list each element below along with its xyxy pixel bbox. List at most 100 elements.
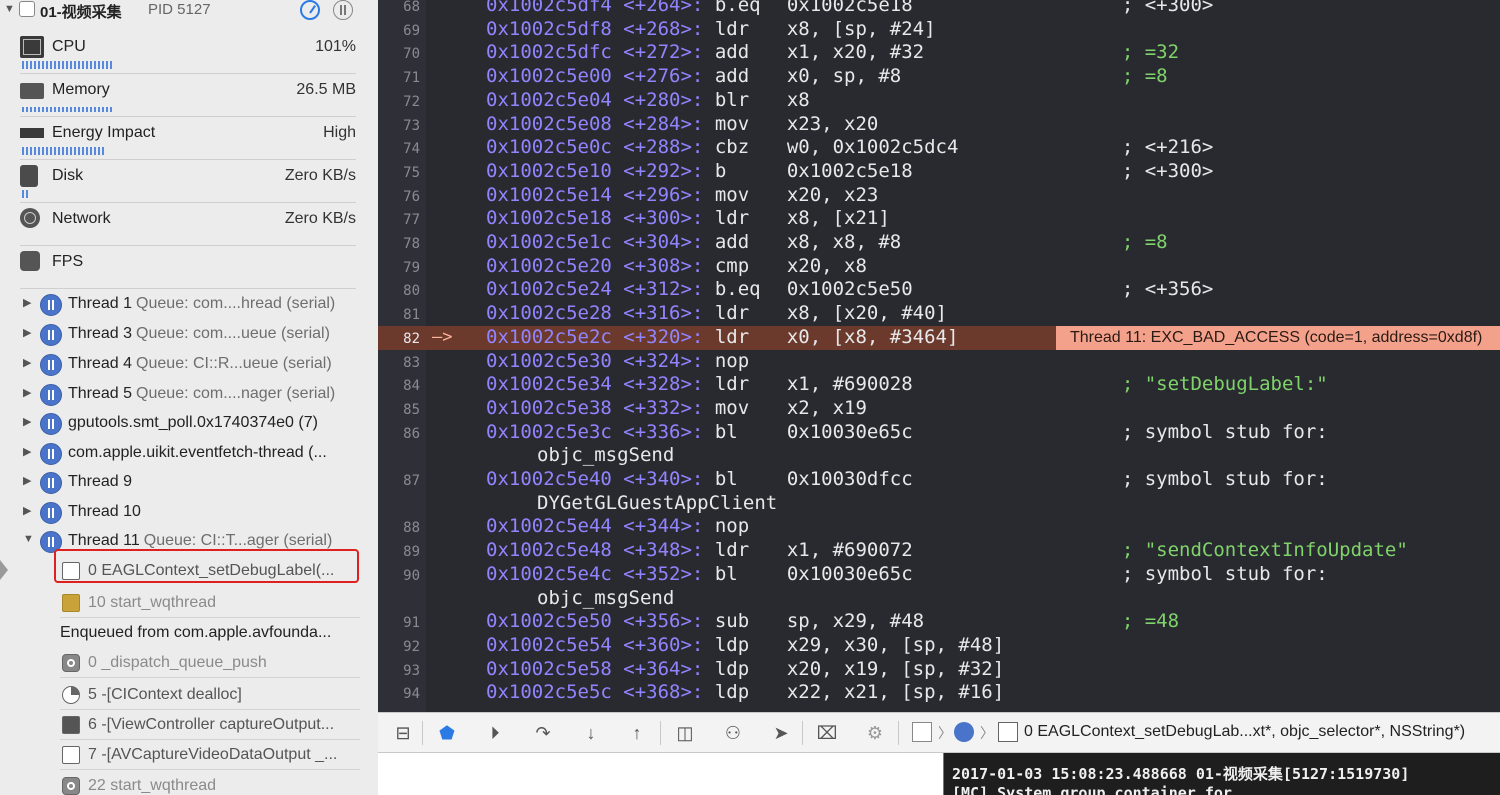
line-number: 75 <box>403 164 420 181</box>
instruction: 0x1002c5df8 <+268>: ldr x8, [sp, #24] <box>486 18 1122 40</box>
disassembly-line[interactable]: 79 0x1002c5e20 <+308>: cmp x20, x8 <box>378 255 1500 279</box>
view-hierarchy-icon[interactable]: ◫ <box>674 722 696 744</box>
disclosure-triangle-icon[interactable]: ▶ <box>23 445 31 458</box>
gauge-fps[interactable]: FPS <box>20 245 356 289</box>
disclosure-triangle-icon[interactable]: ▶ <box>23 415 31 428</box>
disclosure-triangle-icon[interactable]: ▼ <box>23 533 34 545</box>
symbol-name: objc_msgSend <box>537 586 675 609</box>
instruction: 0x1002c5e14 <+296>: mov x20, x23 <box>486 184 1122 206</box>
thread-row[interactable]: ▶ Thread 10 <box>0 498 378 526</box>
instruction-offset: <+296>: <box>623 183 704 206</box>
breadcrumb[interactable]: 0 EAGLContext_setDebugLab...xt*, objc_se… <box>1024 723 1465 741</box>
console-view[interactable]: 2017-01-03 15:08:23.488668 01-视频采集[5127:… <box>943 753 1500 795</box>
gauge-network[interactable]: Network Zero KB/s <box>20 202 356 246</box>
disassembly-line[interactable]: 77 0x1002c5e18 <+300>: ldr x8, [x21] <box>378 207 1500 231</box>
disassembly-line[interactable]: 86 0x1002c5e3c <+336>: bl 0x10030e65c ; sym… <box>378 421 1500 445</box>
gauge-cpu[interactable]: CPU 101% <box>20 30 356 74</box>
stack-frame[interactable]: 22 start_wqthread <box>60 771 360 795</box>
disassembly-line[interactable]: 68 0x1002c5df4 <+264>: b.eq 0x1002c5e18 ; <… <box>378 0 1500 18</box>
frame-label: 10 start_wqthread <box>88 594 217 611</box>
camera-icon[interactable]: ⌧ <box>816 722 838 744</box>
stack-frame[interactable]: 6 -[ViewController captureOutput... <box>60 710 360 740</box>
memory-graph-icon[interactable]: ⚇ <box>722 722 744 744</box>
thread-row[interactable]: ▶ gputools.smt_poll.0x1740374e0 (7) <box>0 409 378 437</box>
breakpoints-toggle-icon[interactable]: ⬟ <box>436 722 458 744</box>
process-header[interactable]: ▼ 01-视频采集 PID 5127 <box>0 0 378 22</box>
library-icon[interactable] <box>998 722 1018 742</box>
disassembly-line[interactable]: 89 0x1002c5e48 <+348>: ldr x1, #690072 ; "s… <box>378 539 1500 563</box>
disassembly-line[interactable]: 84 0x1002c5e34 <+328>: ldr x1, #690028 ; "s… <box>378 373 1500 397</box>
pause-thread-icon[interactable] <box>333 0 353 20</box>
divider <box>660 721 661 745</box>
disassembly-line[interactable]: 87 0x1002c5e40 <+340>: bl 0x10030dfcc ; sym… <box>378 468 1500 492</box>
disassembly-line[interactable]: 83 0x1002c5e30 <+324>: nop <box>378 350 1500 374</box>
disassembly-line[interactable]: 93 0x1002c5e58 <+364>: ldp x20, x19, [sp, … <box>378 658 1500 682</box>
instruction: 0x1002c5e24 <+312>: b.eq 0x1002c5e50 ; <+3… <box>486 278 1213 300</box>
step-out-icon[interactable]: ↑ <box>626 722 648 744</box>
disassembly-line[interactable]: 71 0x1002c5e00 <+276>: add x0, sp, #8 ; =8 <box>378 65 1500 89</box>
disclosure-triangle-icon[interactable]: ▼ <box>4 3 15 15</box>
stack-frame[interactable]: 0 _dispatch_queue_push <box>60 648 360 678</box>
instruction-operands: 0x1002c5e50 <box>786 278 913 301</box>
disclosure-triangle-icon[interactable]: ▶ <box>23 504 31 517</box>
disclosure-triangle-icon[interactable]: ▶ <box>23 474 31 487</box>
process-name: 01-视频采集 <box>40 4 122 21</box>
disassembly-line[interactable]: 90 0x1002c5e4c <+352>: bl 0x10030e65c ; sym… <box>378 563 1500 587</box>
thread-row[interactable]: ▶ Thread 1 Queue: com....hread (serial) <box>0 290 378 318</box>
divider <box>422 721 423 745</box>
gauge-energy[interactable]: Energy Impact High <box>20 116 356 160</box>
thread-row[interactable]: ▶ Thread 5 Queue: com....nager (serial) <box>0 380 378 408</box>
disassembly-line-continuation[interactable]: objc_msgSend <box>378 444 1500 468</box>
disassembly-line[interactable]: 78 0x1002c5e1c <+304>: add x8, x8, #8 ; =8 <box>378 231 1500 255</box>
disassembly-line[interactable]: 70 0x1002c5dfc <+272>: add x1, x20, #32 ; =… <box>378 41 1500 65</box>
disassembly-line[interactable]: 75 0x1002c5e10 <+292>: b 0x1002c5e18 ; <+30… <box>378 160 1500 184</box>
disassembly-line[interactable]: 81 0x1002c5e28 <+316>: ldr x8, [x20, #40] <box>378 302 1500 326</box>
continue-icon[interactable]: ⏵︎ <box>484 722 506 744</box>
step-into-icon[interactable]: ↓ <box>580 722 602 744</box>
step-over-icon[interactable]: ↷ <box>532 722 554 744</box>
disclosure-triangle-icon[interactable]: ▶ <box>23 296 31 309</box>
disassembly-editor[interactable]: 68 0x1002c5df4 <+264>: b.eq 0x1002c5e18 ; <… <box>378 0 1500 712</box>
thread-icon[interactable] <box>954 722 974 742</box>
disassembly-line[interactable]: 69 0x1002c5df8 <+268>: ldr x8, [sp, #24] <box>378 18 1500 42</box>
gauges-toggle-icon[interactable] <box>300 0 320 20</box>
variables-view[interactable] <box>378 753 943 795</box>
thread-row[interactable]: ▶ Thread 3 Queue: com....ueue (serial) <box>0 320 378 348</box>
gauge-memory[interactable]: Memory 26.5 MB <box>20 73 356 117</box>
disclosure-triangle-icon[interactable]: ▶ <box>23 356 31 369</box>
stack-frame[interactable]: 5 -[CIContext dealloc] <box>60 680 360 710</box>
disclosure-triangle-icon[interactable]: ▶ <box>23 326 31 339</box>
hide-debug-area-icon[interactable]: ⊟ <box>392 722 414 744</box>
location-icon[interactable]: ➤ <box>770 722 792 744</box>
app-icon[interactable] <box>912 722 932 742</box>
current-instruction-line[interactable]: —> Thread 11: EXC_BAD_ACCESS (code=1, add… <box>378 325 1500 350</box>
gear-icon[interactable]: ⚙ <box>864 722 886 744</box>
disassembly-line[interactable]: 91 0x1002c5e50 <+356>: sub sp, x29, #48 ; =… <box>378 610 1500 634</box>
disassembly-line[interactable]: 85 0x1002c5e38 <+332>: mov x2, x19 <box>378 397 1500 421</box>
disassembly-line[interactable]: 72 0x1002c5e04 <+280>: blr x8 <box>378 89 1500 113</box>
disassembly-line-continuation[interactable]: DYGetGLGuestAppClient <box>378 492 1500 516</box>
split-handle-icon[interactable] <box>0 560 8 580</box>
disassembly-line[interactable]: 74 0x1002c5e0c <+288>: cbz w0, 0x1002c5dc4… <box>378 136 1500 160</box>
disassembly-line[interactable]: 76 0x1002c5e14 <+296>: mov x20, x23 <box>378 184 1500 208</box>
disassembly-line[interactable]: 73 0x1002c5e08 <+284>: mov x23, x20 <box>378 113 1500 137</box>
stack-frame[interactable]: 10 start_wqthread <box>60 588 360 618</box>
thread-row[interactable]: ▶ com.apple.uikit.eventfetch-thread (... <box>0 439 378 467</box>
line-number: 74 <box>403 141 420 158</box>
disassembly-line[interactable]: 92 0x1002c5e54 <+360>: ldp x29, x30, [sp, … <box>378 634 1500 658</box>
gauge-disk[interactable]: Disk Zero KB/s <box>20 159 356 203</box>
exception-badge[interactable]: Thread 11: EXC_BAD_ACCESS (code=1, addre… <box>1056 325 1500 350</box>
line-number: 84 <box>403 378 420 395</box>
disassembly-line[interactable]: 88 0x1002c5e44 <+344>: nop <box>378 515 1500 539</box>
thread-row[interactable]: ▶ Thread 9 <box>0 468 378 496</box>
disassembly-line[interactable]: 94 0x1002c5e5c <+368>: ldp x22, x21, [sp, … <box>378 681 1500 705</box>
disassembly-line-continuation[interactable]: objc_msgSend <box>378 587 1500 611</box>
disassembly-line[interactable]: 80 0x1002c5e24 <+312>: b.eq 0x1002c5e50 ; <… <box>378 278 1500 302</box>
stack-frame[interactable]: 7 -[AVCaptureVideoDataOutput _... <box>60 740 360 770</box>
thread-row[interactable]: ▶ Thread 4 Queue: CI::R...ueue (serial) <box>0 350 378 378</box>
disclosure-triangle-icon[interactable]: ▶ <box>23 386 31 399</box>
